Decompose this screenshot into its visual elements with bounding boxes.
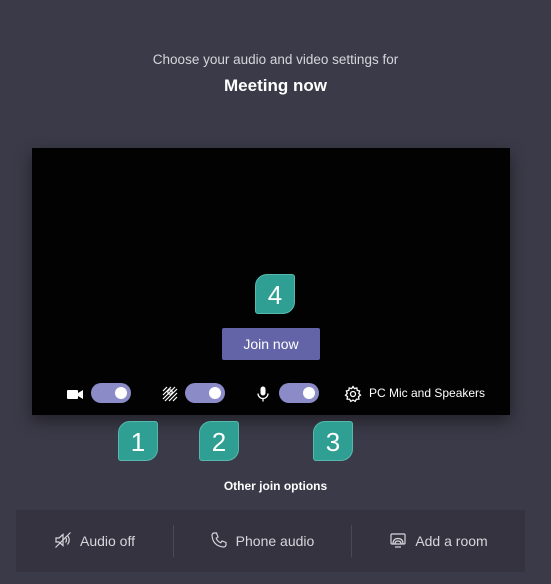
phone-icon [210,531,228,552]
speaker-off-icon [54,531,72,552]
callout-badge-2: 2 [199,421,239,461]
camera-toggle[interactable] [91,383,131,403]
audio-off-option[interactable]: Audio off [16,510,173,572]
gear-icon[interactable] [344,385,362,403]
audio-off-label: Audio off [79,533,135,549]
settings-subtitle: Choose your audio and video settings for [152,52,399,67]
audio-device-label[interactable]: PC Mic and Speakers [369,386,485,400]
background-effects-toggle-knob [209,387,221,399]
microphone-toggle-knob [303,387,315,399]
other-join-options-bar: Audio off Phone audio Add a room [16,510,525,572]
cast-room-icon [389,531,407,552]
callout-badge-4: 4 [255,274,295,314]
callout-badge-1: 1 [118,421,158,461]
microphone-icon [254,385,272,403]
background-effects-toggle[interactable] [185,383,225,403]
join-now-button[interactable]: Join now [222,328,320,360]
background-effects-icon [161,385,179,403]
phone-audio-label: Phone audio [235,533,315,549]
add-a-room-option[interactable]: Add a room [352,510,525,572]
microphone-toggle[interactable] [279,383,319,403]
camera-icon [66,385,84,403]
callout-badge-3: 3 [313,421,353,461]
meeting-title: Meeting now [224,76,327,95]
phone-audio-option[interactable]: Phone audio [174,510,350,572]
camera-toggle-knob [115,387,127,399]
other-join-options-label: Other join options [223,479,328,493]
add-a-room-label: Add a room [415,533,488,549]
